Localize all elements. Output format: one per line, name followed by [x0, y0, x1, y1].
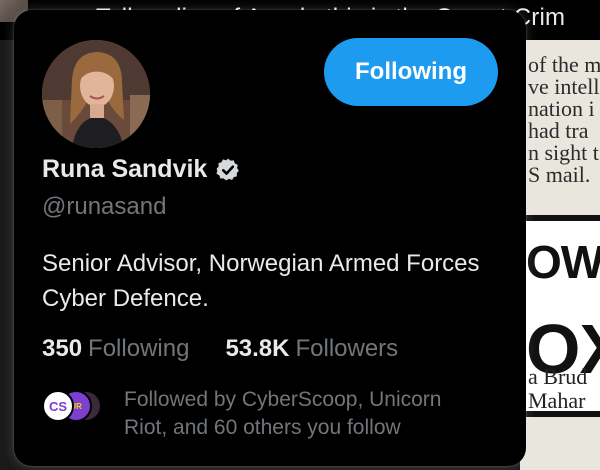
follow-stats: 350 Following 53.8K Followers	[42, 335, 398, 363]
newspaper-line: of the m	[528, 52, 600, 77]
following-label: Following	[88, 335, 190, 362]
followed-by-row[interactable]: CS UR Followed by CyberScoop, Unicorn Ri…	[42, 386, 484, 442]
followers-count-link[interactable]: 53.8K Followers	[225, 335, 398, 363]
newspaper-line: S mail.	[528, 162, 591, 187]
profile-hover-card: Following Runa Sandvik @runasand Senior …	[14, 10, 526, 466]
newspaper-line: nation i	[528, 96, 595, 121]
following-button[interactable]: Following	[324, 38, 498, 106]
newspaper-text-column: of the m ve intell nation i had tra n si…	[528, 54, 600, 186]
profile-handle[interactable]: @runasand	[42, 193, 166, 221]
newspaper-line: Mahar	[528, 388, 586, 413]
avatar-photo	[42, 40, 150, 148]
mutual-avatar: CS	[42, 390, 74, 422]
verified-badge-icon[interactable]	[215, 157, 241, 183]
profile-bio: Senior Advisor, Norwegian Armed Forces C…	[42, 250, 480, 312]
newspaper-image: of the m ve intell nation i had tra n si…	[520, 40, 600, 470]
newspaper-line: n sight t	[528, 140, 599, 165]
newspaper-big-text: OWD	[526, 236, 600, 288]
name-row: Runa Sandvik	[42, 155, 241, 184]
newspaper-footer: a Brud Mahar	[528, 365, 587, 413]
newspaper-line: ve intell	[528, 74, 600, 99]
profile-avatar[interactable]	[42, 40, 150, 148]
followed-by-text: Followed by CyberScoop, Unicorn Riot, an…	[124, 388, 442, 439]
newspaper-line: a Brud	[528, 364, 588, 389]
followers-label: Followers	[295, 335, 399, 362]
mutual-avatars: CS UR	[42, 390, 106, 426]
following-count-link[interactable]: 350 Following	[42, 335, 189, 363]
followers-count: 53.8K	[225, 335, 290, 362]
profile-name[interactable]: Runa Sandvik	[42, 155, 207, 184]
newspaper-line: had tra	[528, 118, 589, 143]
following-count: 350	[42, 335, 83, 362]
